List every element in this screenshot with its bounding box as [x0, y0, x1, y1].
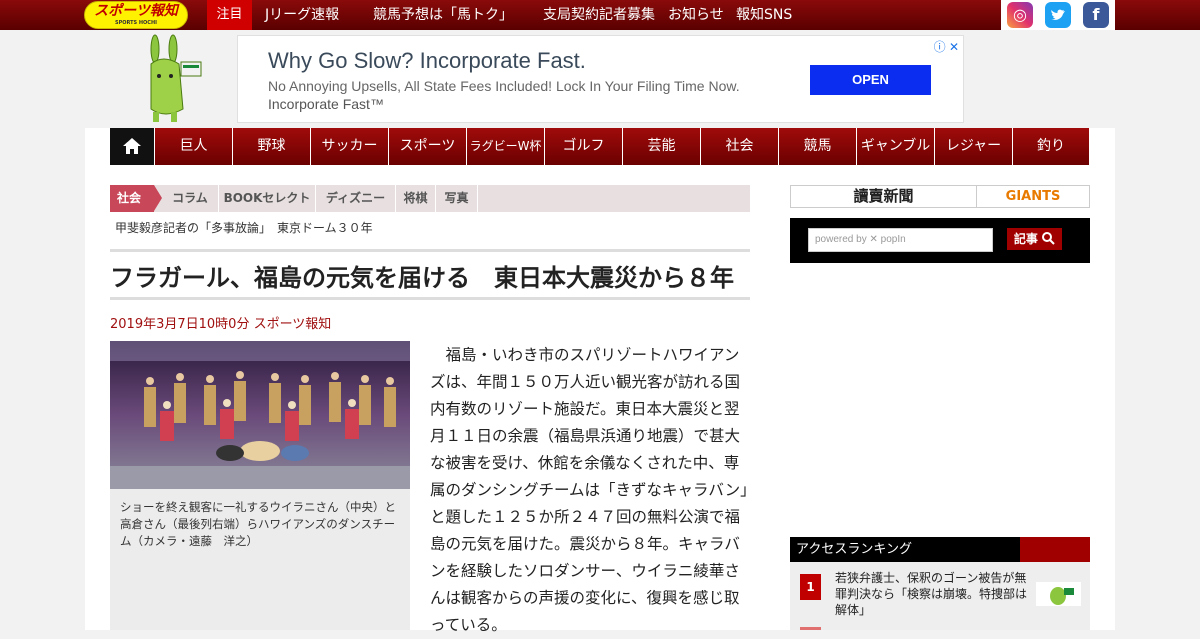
ranking-thumbnail[interactable]: [1036, 582, 1081, 606]
main-nav: 巨人 野球 サッカー スポーツ ラグビーW杯 ゴルフ 芸能 社会 競馬 ギャンブ…: [110, 128, 1089, 165]
giants-link[interactable]: GIANTS: [977, 186, 1089, 207]
instagram-icon: ◎: [1007, 2, 1033, 28]
ranking-header: アクセスランキング: [790, 537, 1090, 562]
top-link-notice[interactable]: お知らせ: [668, 0, 724, 30]
home-button[interactable]: [110, 128, 154, 165]
ad-brand: Incorporate Fast™: [268, 96, 384, 112]
top-link-recruit[interactable]: 支局契約記者募集: [543, 0, 655, 30]
top-link-sns[interactable]: 報知SNS: [736, 0, 792, 30]
home-icon: [123, 138, 141, 154]
nav-soccer[interactable]: サッカー: [310, 128, 388, 165]
subnav-column[interactable]: コラム: [162, 185, 219, 212]
article-photo[interactable]: [110, 341, 410, 489]
mascot-image: [145, 34, 205, 124]
nav-entertainment[interactable]: 芸能: [622, 128, 700, 165]
nav-gamble[interactable]: ギャンブル: [856, 128, 934, 165]
facebook-link[interactable]: f: [1077, 0, 1115, 30]
nav-fishing[interactable]: 釣り: [1012, 128, 1089, 165]
partner-banner[interactable]: 讀賣新聞 GIANTS: [790, 185, 1090, 208]
nav-horse-racing[interactable]: 競馬: [778, 128, 856, 165]
twitter-icon: [1045, 2, 1071, 28]
divider: [110, 297, 750, 300]
nav-society[interactable]: 社会: [700, 128, 778, 165]
featured-label: 注目: [207, 0, 252, 30]
nav-sports[interactable]: スポーツ: [388, 128, 466, 165]
subnav-disney[interactable]: ディズニー: [316, 185, 396, 212]
ad-title[interactable]: Why Go Slow? Incorporate Fast.: [268, 48, 586, 74]
ranking-number: 1: [800, 574, 821, 600]
top-link-umatoku[interactable]: 競馬予想は「馬トク」: [373, 0, 513, 30]
subnav-photo[interactable]: 写真: [436, 185, 478, 212]
photo-caption: ショーを終え観客に一礼するウイラニさん（中央）と高倉さん（最後列右端）らハワイア…: [120, 500, 396, 548]
facebook-icon: f: [1083, 2, 1109, 28]
search-icon: [1042, 232, 1055, 245]
ranking-header-accent: [1020, 537, 1090, 562]
search-button-label: 記事: [1013, 232, 1038, 246]
nav-golf[interactable]: ゴルフ: [544, 128, 622, 165]
subnav-shogi[interactable]: 将棋: [396, 185, 436, 212]
divider: [110, 249, 750, 252]
search-input[interactable]: powered by ✕ popIn: [808, 228, 993, 252]
nav-giants[interactable]: 巨人: [154, 128, 232, 165]
related-links[interactable]: 甲斐毅彦記者の「多事放論」 東京ドーム３０年: [115, 219, 373, 236]
ad-text: No Annoying Upsells, All State Fees Incl…: [268, 78, 740, 94]
yomiuri-link[interactable]: 讀賣新聞: [791, 186, 977, 207]
article-body: 福島・いわき市のスパリゾートハワイアンズは、年間１５０万人近い観光客が訪れる国内…: [430, 346, 748, 634]
twitter-link[interactable]: [1039, 0, 1077, 30]
article-headline: フラガール、福島の元気を届ける 東日本大震災から８年: [110, 264, 734, 292]
ranking-list: 1 若狭弁護士、保釈のゴーン被告が無罪判決なら「検察は崩壊。特捜部は解体」: [790, 562, 1090, 630]
ad-open-button[interactable]: OPEN: [810, 65, 931, 95]
subnav-book[interactable]: BOOKセレクト: [219, 185, 316, 212]
instagram-link[interactable]: ◎: [1001, 0, 1039, 30]
ad-close-icon[interactable]: ⓘ ✕: [934, 38, 959, 55]
ranking-item-text[interactable]: 若狭弁護士、保釈のゴーン被告が無罪判決なら「検察は崩壊。特捜部は解体」: [835, 570, 1031, 618]
advertisement[interactable]: ⓘ ✕ Why Go Slow? Incorporate Fast. No An…: [237, 35, 964, 123]
photo-caption-box: ショーを終え観客に一礼するウイラニさん（中央）と高倉さん（最後列右端）らハワイア…: [110, 489, 410, 630]
nav-leisure[interactable]: レジャー: [934, 128, 1012, 165]
article-byline: 2019年3月7日10時0分 スポーツ報知: [110, 317, 332, 332]
site-logo[interactable]: スポーツ報知 SPORTS HOCHI: [84, 1, 188, 29]
search-button[interactable]: 記事: [1007, 228, 1062, 250]
logo-text: スポーツ報知: [94, 3, 178, 19]
search-panel: powered by ✕ popIn 記事: [790, 218, 1090, 263]
sub-nav: 社会 コラム BOOKセレクト ディズニー 将棋 写真: [110, 185, 750, 212]
top-link-jleague[interactable]: Jリーグ速報: [265, 0, 339, 30]
nav-rugby[interactable]: ラグビーW杯: [466, 128, 544, 165]
logo-subtext: SPORTS HOCHI: [114, 20, 158, 26]
ranking-title: アクセスランキング: [796, 542, 912, 557]
section-tag[interactable]: 社会: [110, 185, 162, 212]
nav-baseball[interactable]: 野球: [232, 128, 310, 165]
